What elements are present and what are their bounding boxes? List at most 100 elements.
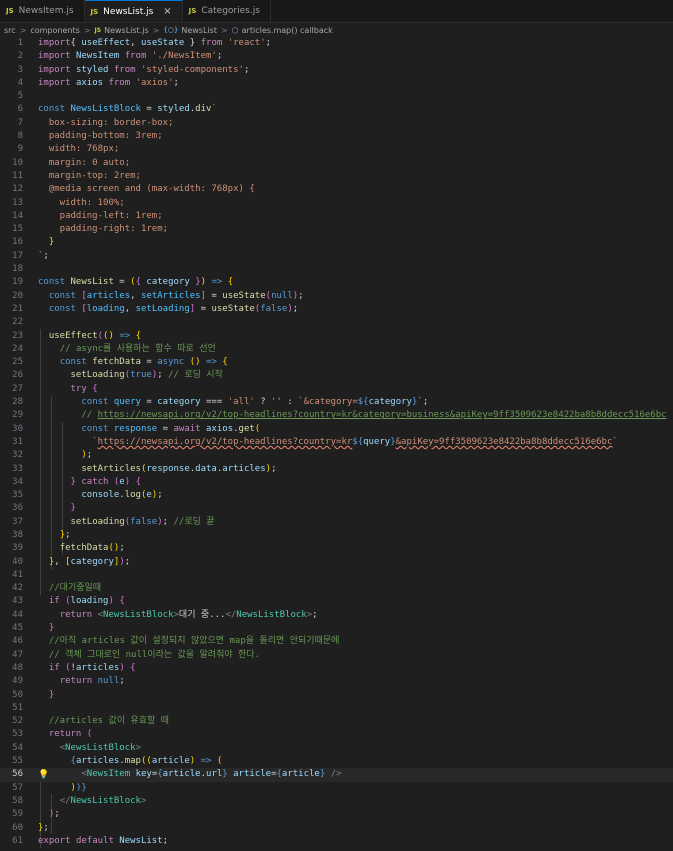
code-line[interactable]: 15 padding-right: 1rem; — [0, 223, 673, 236]
code-line[interactable]: 45 } — [0, 622, 673, 635]
code-line[interactable]: 19 const NewsList = ({ category }) => { — [0, 276, 673, 289]
code-line[interactable]: 17 `; — [0, 250, 673, 263]
close-icon[interactable]: × — [163, 6, 171, 17]
code-line[interactable]: 32 ); — [0, 449, 673, 462]
line-number: 52 — [12, 716, 23, 727]
code-line[interactable]: 38 }; — [0, 529, 673, 542]
breadcrumb-item-src[interactable]: src — [4, 26, 16, 35]
code-line[interactable]: 11 margin-top: 2rem; — [0, 170, 673, 183]
code-token: ( — [216, 756, 223, 767]
code-line[interactable]: 36 } — [0, 502, 673, 515]
code-text: const response = await axios.get( — [38, 423, 260, 436]
code-line[interactable]: 1 import{ useEffect, useState } from 'rea… — [0, 37, 673, 50]
code-line[interactable]: 13 width: 100%; — [0, 197, 673, 210]
code-token: ` — [211, 104, 217, 115]
code-line[interactable]: 51 — [0, 702, 673, 715]
code-line[interactable]: 58 </NewsListBlock> — [0, 795, 673, 808]
code-token: setArticles — [140, 290, 201, 301]
code-line[interactable]: 22 — [0, 316, 673, 329]
code-token: { — [119, 596, 125, 607]
code-line[interactable]: 37 setLoading(false); //로딩 끝 — [0, 516, 673, 529]
tab-newsitem[interactable]: JS NewsItem.js — [0, 0, 85, 22]
code-line[interactable]: 50 } — [0, 689, 673, 702]
code-token: width: 100%; — [38, 197, 125, 208]
breadcrumb-item-file[interactable]: NewsList.js — [104, 26, 149, 35]
code-token: return — [59, 609, 93, 620]
code-token: ; — [124, 556, 131, 567]
code-line[interactable]: 39 fetchData(); — [0, 542, 673, 555]
code-line[interactable]: 27 try { — [0, 383, 673, 396]
code-line[interactable]: 9 width: 768px; — [0, 143, 673, 156]
code-line[interactable]: 29 // https://newsapi.org/v2/top-headlin… — [0, 409, 673, 422]
code-line[interactable]: 46 //아직 articles 값이 설정되지 않았으면 map을 돌리면 안… — [0, 635, 673, 648]
code-line[interactable]: 35 console.log(e); — [0, 489, 673, 502]
code-line[interactable]: 7 box-sizing: border-box; — [0, 117, 673, 130]
code-line[interactable]: 42 //대기중일때 — [0, 582, 673, 595]
line-number: 24 — [12, 343, 23, 354]
code-line[interactable]: 28 const query = category === 'all' ? ''… — [0, 396, 673, 409]
code-token: ( — [254, 423, 261, 434]
code-line[interactable]: 24 // async를 사용하는 함수 따로 선언 — [0, 343, 673, 356]
javascript-file-icon: JS — [188, 7, 197, 15]
code-token: if — [48, 596, 60, 607]
code-token: => — [206, 357, 217, 368]
code-line[interactable]: 14 padding-left: 1rem; — [0, 210, 673, 223]
code-line[interactable]: 8 padding-bottom: 3rem; — [0, 130, 673, 143]
line-number: 32 — [12, 450, 23, 461]
code-token: ; — [86, 450, 93, 461]
code-line[interactable]: 57 ))} — [0, 782, 673, 795]
code-token: map — [124, 756, 141, 767]
code-editor[interactable]: 1 import{ useEffect, useState } from 'rea… — [0, 37, 673, 848]
code-line[interactable]: 5 — [0, 90, 673, 103]
code-line[interactable]: 49 return null; — [0, 675, 673, 688]
line-number: 51 — [12, 702, 23, 713]
code-text: useEffect(() => { — [38, 330, 141, 343]
code-line[interactable]: 21 const [loading, setLoading] = useStat… — [0, 303, 673, 316]
code-line[interactable]: 16 } — [0, 236, 673, 249]
line-number: 9 — [17, 144, 23, 155]
code-token: null — [271, 290, 293, 301]
code-token: } — [70, 503, 76, 514]
code-line[interactable]: 30 const response = await axios.get( — [0, 423, 673, 436]
code-line[interactable]: 33 setArticles(response.data.articles); — [0, 463, 673, 476]
code-line[interactable]: 61 export default NewsList; — [0, 835, 673, 848]
code-line[interactable]: 20 const [articles, setArticles] = useSt… — [0, 290, 673, 303]
code-line[interactable]: 10 margin: 0 auto; — [0, 157, 673, 170]
code-token: useEffect — [48, 330, 98, 341]
code-token: query — [363, 436, 391, 447]
code-line[interactable]: 47 // 객체 그대로인 null이라는 값을 알려줘야 한다. — [0, 649, 673, 662]
code-line[interactable]: 4 import axios from 'axios'; — [0, 77, 673, 90]
code-line[interactable]: 54 <NewsListBlock> — [0, 742, 673, 755]
code-line[interactable]: 26 setLoading(true); // 로딩 시작 — [0, 369, 673, 382]
breadcrumb-item-components[interactable]: components — [30, 26, 79, 35]
code-line[interactable]: 40 }, [category]); — [0, 556, 673, 569]
code-line[interactable]: 44 return <NewsListBlock>대기 중...</NewsLi… — [0, 609, 673, 622]
code-line[interactable]: 41 — [0, 569, 673, 582]
code-line[interactable]: 12 @media screen and (max-width: 768px) … — [0, 183, 673, 196]
code-line[interactable]: 23 useEffect(() => { — [0, 330, 673, 343]
tab-newslist[interactable]: JS NewsList.js × — [84, 0, 183, 22]
code-line[interactable]: 55 {articles.map((article) => ( — [0, 755, 673, 768]
breadcrumb-item-symbol[interactable]: NewsList — [181, 26, 217, 35]
tab-categories[interactable]: JS Categories.js — [183, 0, 271, 22]
code-line[interactable]: 6 const NewsListBlock = styled.div` — [0, 103, 673, 116]
code-line[interactable]: 3 import styled from 'styled-components'; — [0, 64, 673, 77]
code-line[interactable]: 25 const fetchData = async () => { — [0, 356, 673, 369]
lightbulb-icon[interactable]: 💡 — [38, 769, 49, 782]
code-line[interactable]: 59 ); — [0, 808, 673, 821]
code-line[interactable]: 43 if (loading) { — [0, 595, 673, 608]
code-line[interactable]: 60}; — [0, 822, 673, 835]
code-line[interactable]: 48 if (!articles) { — [0, 662, 673, 675]
code-line[interactable]: 2 import NewsItem from './NewsItem'; — [0, 50, 673, 63]
code-line[interactable]: 52 //articles 값이 유효할 때 — [0, 715, 673, 728]
breadcrumb-item-callback[interactable]: articles.map() callback — [242, 26, 333, 35]
code-line[interactable]: 34 } catch (e) { — [0, 476, 673, 489]
code-line[interactable]: 31 ` https://newsapi.org/v2/top-headlines… — [0, 436, 673, 449]
code-line[interactable]: 18 — [0, 263, 673, 276]
code-line[interactable]: 56 <NewsItem key={article.url} article={… — [0, 768, 673, 782]
code-line[interactable]: 53 return ( — [0, 728, 673, 741]
